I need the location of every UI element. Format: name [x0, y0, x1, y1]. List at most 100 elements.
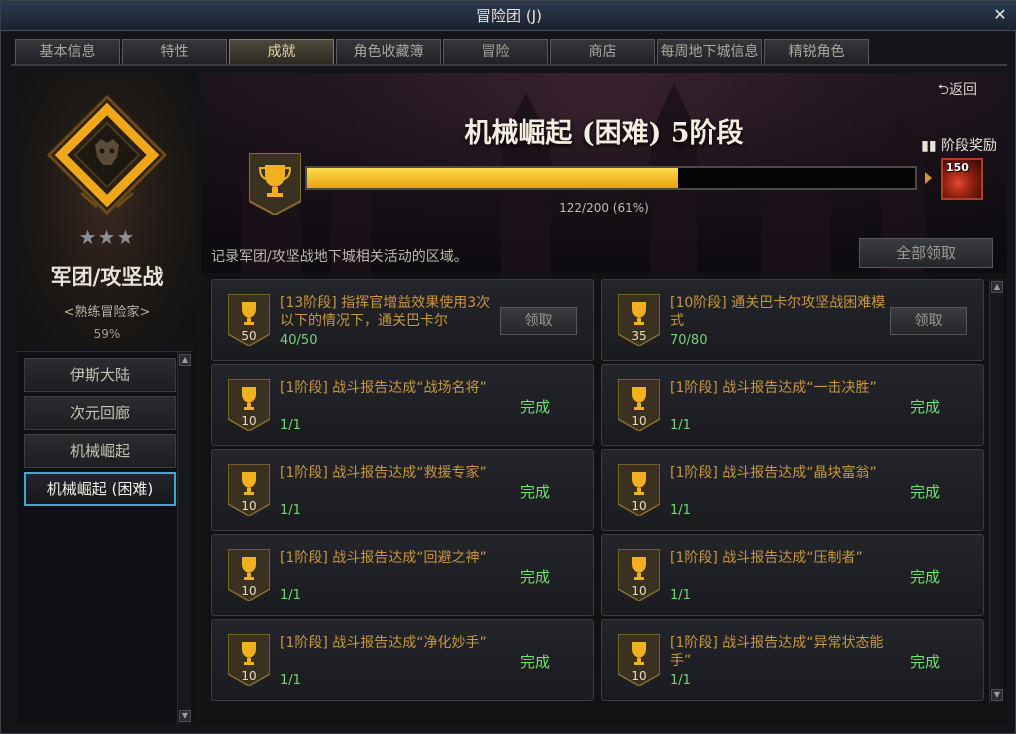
area-list-scrollbar[interactable]: ▲ ▼ [177, 352, 191, 724]
left-panel: ★★★ 军团/攻坚战 <熟练冒险家> 59% ▲ ▼ 伊斯大陆次元回廊机械崛起机… [17, 73, 197, 724]
tab-0[interactable]: 基本信息 [15, 39, 120, 64]
stage-progress-text: 122/200 (61%) [559, 201, 649, 215]
rank-stars: ★★★ [78, 225, 136, 249]
rank-emblem-icon [46, 94, 168, 216]
completed-label: 完成 [520, 568, 551, 586]
achievement-card: 10 [1阶段] 战斗报告达成“压制者” 1/1 完成 [601, 534, 984, 616]
achievement-points: 10 [241, 669, 256, 683]
trophy-badge-icon: 10 [228, 379, 270, 431]
stage-banner: ⮌返回 机械崛起 (困难) 5阶段 ▮▮ 阶段奖励 122/200 (61%) … [201, 73, 1007, 273]
achievement-text: [1阶段] 战斗报告达成“救援专家” [280, 465, 487, 481]
trophy-badge-icon: 10 [618, 464, 660, 516]
rank-percent: 59% [93, 327, 121, 341]
stage-progress-fill [307, 168, 678, 188]
area-item[interactable]: 次元回廊 [24, 396, 176, 430]
achievement-card: 50 [13阶段] 指挥官增益效果使用3次以下的情况下，通关巴卡尔 40/50 领取 [211, 279, 594, 361]
achievement-text: [1阶段] 战斗报告达成“压制者” [670, 550, 863, 566]
achievement-progress: 1/1 [280, 503, 301, 518]
claim-button[interactable]: 领取 [500, 307, 577, 335]
window-titlebar: 冒险团 (J) ✕ [1, 1, 1016, 31]
trophy-badge-icon: 10 [228, 549, 270, 601]
stage-title: 机械崛起 (困难) 5阶段 [464, 118, 744, 149]
achievement-grid: 50 [13阶段] 指挥官增益效果使用3次以下的情况下，通关巴卡尔 40/50 领取… [211, 279, 987, 701]
achievement-points: 10 [241, 414, 256, 428]
achievement-points: 10 [241, 584, 256, 598]
completed-label: 完成 [520, 398, 551, 416]
tab-3[interactable]: 角色收藏簿 [336, 39, 441, 64]
tab-1[interactable]: 特性 [122, 39, 227, 64]
reward-count: 150 [946, 161, 969, 174]
tab-divider [11, 64, 1007, 66]
area-item[interactable]: 机械崛起 [24, 434, 176, 468]
claim-all-button[interactable]: 全部领取 [859, 238, 993, 268]
achievement-text: [1阶段] 战斗报告达成“战场名将” [280, 380, 487, 396]
achievement-text: [1阶段] 战斗报告达成“异常状态能手” [670, 635, 884, 669]
achievement-text: [1阶段] 战斗报告达成“一击决胜” [670, 380, 877, 396]
achievement-points: 50 [241, 329, 256, 343]
rank-emblem-area: ★★★ 军团/攻坚战 <熟练冒险家> 59% [17, 73, 197, 348]
achievement-text: [1阶段] 战斗报告达成“晶块富翁” [670, 465, 877, 481]
achievement-progress: 1/1 [280, 418, 301, 433]
tab-2[interactable]: 成就 [229, 39, 334, 65]
tab-bar: 基本信息 特性 成就 角色收藏簿 冒险 商店 每周地下城信息 精锐角色 [15, 39, 869, 65]
achievement-card: 10 [1阶段] 战斗报告达成“救援专家” 1/1 完成 [211, 449, 594, 531]
stage-reward-text: 阶段奖励 [941, 138, 997, 154]
rank-title: 军团/攻坚战 [50, 264, 164, 289]
return-label: 返回 [949, 82, 977, 98]
achievement-progress: 1/1 [280, 588, 301, 603]
achievement-progress: 1/1 [670, 588, 691, 603]
achievement-points: 10 [631, 499, 646, 513]
achievement-progress: 1/1 [670, 673, 691, 688]
tab-7[interactable]: 精锐角色 [764, 39, 869, 64]
achievement-points: 10 [241, 499, 256, 513]
claim-button[interactable]: 领取 [890, 307, 967, 335]
area-item[interactable]: 伊斯大陆 [24, 358, 176, 392]
achievement-card: 10 [1阶段] 战斗报告达成“异常状态能手” 1/1 完成 [601, 619, 984, 701]
trophy-badge-icon: 10 [618, 379, 660, 431]
gift-icon: ▮▮ [921, 138, 937, 154]
area-item[interactable]: 机械崛起 (困难) [24, 472, 176, 506]
window-title: 冒险团 (J) [476, 7, 542, 25]
achievement-progress: 70/80 [670, 333, 708, 348]
rank-subtitle: <熟练冒险家> [63, 305, 151, 320]
stage-reward-label: ▮▮ 阶段奖励 [921, 135, 997, 155]
completed-label: 完成 [910, 483, 941, 501]
trophy-badge-icon: 10 [228, 464, 270, 516]
arrow-right-icon [925, 172, 932, 184]
trophy-badge-icon: 10 [228, 634, 270, 686]
trophy-badge-icon: 10 [618, 549, 660, 601]
achievement-points: 35 [631, 329, 646, 343]
tab-4[interactable]: 冒险 [443, 39, 548, 64]
achievement-card: 10 [1阶段] 战斗报告达成“净化妙手” 1/1 完成 [211, 619, 594, 701]
trophy-badge-icon: 35 [618, 294, 660, 346]
close-icon[interactable]: ✕ [991, 6, 1009, 24]
adventure-team-window: 冒险团 (J) ✕ 基本信息 特性 成就 角色收藏簿 冒险 商店 每周地下城信息 精锐角色 ★… [0, 0, 1016, 734]
achievement-card: 10 [1阶段] 战斗报告达成“回避之神” 1/1 完成 [211, 534, 594, 616]
scroll-down-icon[interactable]: ▼ [179, 710, 191, 722]
return-button[interactable]: ⮌返回 [938, 79, 977, 103]
stage-progress-bar [305, 166, 917, 190]
stage-reward-item[interactable]: 150 [941, 158, 983, 200]
completed-label: 完成 [910, 653, 941, 671]
achievement-scrollbar[interactable]: ▲ ▼ [989, 279, 1003, 703]
tab-6[interactable]: 每周地下城信息 [657, 39, 762, 64]
achievement-text: [1阶段] 战斗报告达成“回避之神” [280, 550, 487, 566]
achievement-card: 10 [1阶段] 战斗报告达成“晶块富翁” 1/1 完成 [601, 449, 984, 531]
achievement-text: [10阶段] 通关巴卡尔攻坚战困难模式 [670, 295, 886, 329]
achievement-points: 10 [631, 584, 646, 598]
scroll-up-icon[interactable]: ▲ [179, 354, 191, 366]
achievement-card: 35 [10阶段] 通关巴卡尔攻坚战困难模式 70/80 领取 [601, 279, 984, 361]
achievement-points: 10 [631, 414, 646, 428]
tab-5[interactable]: 商店 [550, 39, 655, 64]
trophy-badge-icon: 50 [228, 294, 270, 346]
achievement-progress: 1/1 [280, 673, 301, 688]
achievement-text: [13阶段] 指挥官增益效果使用3次以下的情况下，通关巴卡尔 [280, 295, 491, 329]
achievement-card: 10 [1阶段] 战斗报告达成“一击决胜” 1/1 完成 [601, 364, 984, 446]
achievement-progress: 1/1 [670, 418, 691, 433]
scroll-down-icon[interactable]: ▼ [991, 689, 1003, 701]
scroll-up-icon[interactable]: ▲ [991, 281, 1003, 293]
completed-label: 完成 [910, 398, 941, 416]
achievement-card: 10 [1阶段] 战斗报告达成“战场名将” 1/1 完成 [211, 364, 594, 446]
achievement-text: [1阶段] 战斗报告达成“净化妙手” [280, 635, 487, 651]
area-description: 记录军团/攻坚战地下城相关活动的区域。 [211, 249, 468, 265]
